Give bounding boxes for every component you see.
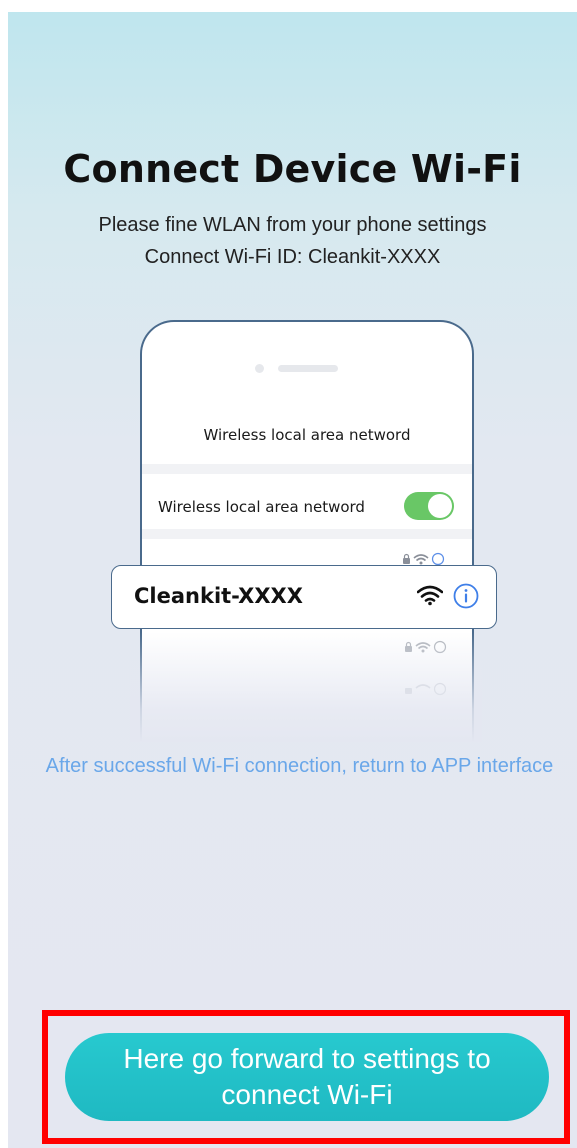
phone-fade-overlay <box>130 632 482 742</box>
lock-wifi-info-icon <box>403 552 445 566</box>
after-connection-note: After successful Wi-Fi connection, retur… <box>45 755 554 777</box>
subtitle-instruction: Please fine WLAN from your phone setting… <box>98 214 487 236</box>
toggle-knob <box>428 494 452 518</box>
connect-wifi-screen: Connect Device Wi-Fi Please fine WLAN fr… <box>8 12 577 1148</box>
wifi-icon <box>417 585 443 606</box>
phone-settings-header: Wireless local area netword <box>203 426 411 444</box>
page-title: Connect Device Wi-Fi <box>63 147 522 191</box>
network-card: Cleankit-XXXX <box>111 565 497 629</box>
phone-speaker-bar <box>278 365 338 372</box>
network-name: Cleankit-XXXX <box>134 584 303 608</box>
go-to-settings-button[interactable]: Here go forward to settings to connect W… <box>65 1033 549 1121</box>
phone-camera-dot <box>255 364 264 373</box>
divider <box>142 464 472 474</box>
divider <box>142 529 472 539</box>
info-icon <box>453 583 479 609</box>
wlan-row-label: Wireless local area netword <box>158 498 365 516</box>
wlan-toggle <box>404 492 454 520</box>
subtitle-wifi-id: Connect Wi-Fi ID: Cleankit-XXXX <box>144 246 441 268</box>
